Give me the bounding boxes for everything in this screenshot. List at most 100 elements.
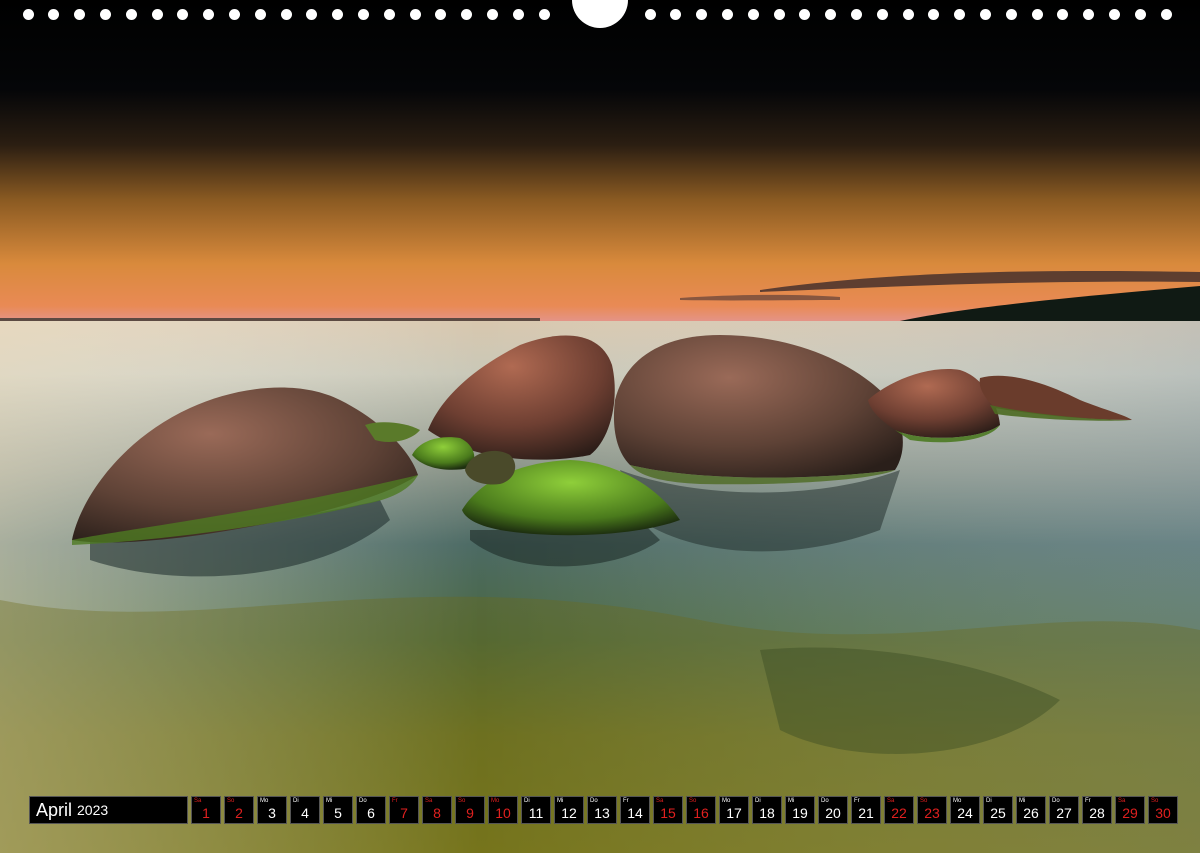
weekday-label: Do	[359, 798, 367, 804]
day-cell: Mo 24	[950, 796, 980, 824]
day-cell: Mi 12	[554, 796, 584, 824]
day-cell: Do 20	[818, 796, 848, 824]
day-cell: Mi 19	[785, 796, 815, 824]
weekday-label: Do	[821, 798, 829, 804]
day-number: 29	[1122, 805, 1138, 821]
day-number: 23	[924, 805, 940, 821]
binding-hole	[409, 9, 421, 20]
day-number: 17	[726, 805, 742, 821]
day-number: 25	[990, 805, 1006, 821]
day-number: 22	[891, 805, 907, 821]
binding-hole	[125, 9, 137, 20]
binding-hole	[825, 9, 837, 20]
binding-hole	[538, 9, 550, 20]
day-cell: Mo 3	[257, 796, 287, 824]
weekday-label: So	[458, 798, 466, 804]
binding-hole	[1134, 9, 1146, 20]
day-number: 13	[594, 805, 610, 821]
weekday-label: Mo	[953, 798, 962, 804]
day-number: 14	[627, 805, 643, 821]
day-cell: Mi 26	[1016, 796, 1046, 824]
binding-hole	[22, 9, 34, 20]
binding-hole	[979, 9, 991, 20]
calendar-strip: April 2023 Sa 1 So 2 Mo 3 Di 4 Mi 5 Do 6 Fr 7 Sa 8 So 9 Mo…	[29, 796, 1178, 824]
binding-hole	[512, 9, 524, 20]
day-cell: Mi 5	[323, 796, 353, 824]
binding-hole	[1031, 9, 1043, 20]
weekday-label: Mi	[557, 798, 564, 804]
day-cell: Sa 1	[191, 796, 221, 824]
day-number: 1	[202, 805, 210, 821]
month-label: April 2023	[29, 796, 188, 824]
weekday-label: Fr	[854, 798, 860, 804]
binding-hole	[228, 9, 240, 20]
day-cell: Fr 21	[851, 796, 881, 824]
binding-hole	[280, 9, 292, 20]
weekday-label: Mi	[1019, 798, 1026, 804]
day-number: 4	[301, 805, 309, 821]
day-cell: Sa 15	[653, 796, 683, 824]
weekday-label: Mo	[260, 798, 269, 804]
day-number: 16	[693, 805, 709, 821]
binding-hole	[799, 9, 811, 20]
weekday-label: Di	[293, 798, 299, 804]
weekday-label: Mi	[326, 798, 333, 804]
calendar-page: April 2023 Sa 1 So 2 Mo 3 Di 4 Mi 5 Do 6 Fr 7 Sa 8 So 9 Mo…	[0, 0, 1200, 853]
day-cell: Di 4	[290, 796, 320, 824]
binding-hole	[177, 9, 189, 20]
binding-hole	[332, 9, 344, 20]
binding-hole	[644, 9, 656, 20]
day-cell: Mo 10	[488, 796, 518, 824]
binding-hole	[203, 9, 215, 20]
day-cell: Fr 7	[389, 796, 419, 824]
day-number: 3	[268, 805, 276, 821]
day-number: 20	[825, 805, 841, 821]
binding-hole	[954, 9, 966, 20]
day-cell: Sa 8	[422, 796, 452, 824]
weekday-label: Di	[986, 798, 992, 804]
weekday-label: So	[689, 798, 697, 804]
binding-hole	[850, 9, 862, 20]
day-cell: Sa 29	[1115, 796, 1145, 824]
weekday-label: Fr	[392, 798, 398, 804]
weekday-label: Fr	[1085, 798, 1091, 804]
day-cell: Fr 14	[620, 796, 650, 824]
binding-hole	[151, 9, 163, 20]
binding-hole	[254, 9, 266, 20]
day-cell: Di 25	[983, 796, 1013, 824]
spiral-binding	[0, 0, 1200, 30]
binding-hole	[1160, 9, 1172, 20]
weekday-label: Mo	[722, 798, 731, 804]
weekday-label: Di	[755, 798, 761, 804]
day-number: 2	[235, 805, 243, 821]
day-number: 18	[759, 805, 775, 821]
day-number: 30	[1155, 805, 1171, 821]
binding-hole	[435, 9, 447, 20]
day-number: 6	[367, 805, 375, 821]
binding-hole	[747, 9, 759, 20]
day-cell: Di 18	[752, 796, 782, 824]
day-cell: So 30	[1148, 796, 1178, 824]
weekday-label: Mi	[788, 798, 795, 804]
weekday-label: Sa	[425, 798, 433, 804]
binding-hole	[773, 9, 785, 20]
day-number: 28	[1089, 805, 1105, 821]
binding-hole	[1108, 9, 1120, 20]
binding-hole	[48, 9, 60, 20]
weekday-label: So	[227, 798, 235, 804]
day-number: 9	[466, 805, 474, 821]
day-number: 11	[528, 805, 544, 821]
binding-hole	[1083, 9, 1095, 20]
binding-hole	[383, 9, 395, 20]
binding-hole	[902, 9, 914, 20]
hanger-cutout	[572, 0, 628, 28]
weekday-label: Do	[590, 798, 598, 804]
weekday-label: Di	[524, 798, 530, 804]
day-number: 19	[792, 805, 808, 821]
binding-hole	[74, 9, 86, 20]
weekday-label: So	[920, 798, 928, 804]
day-number: 12	[561, 805, 577, 821]
day-cell: So 16	[686, 796, 716, 824]
binding-hole	[1057, 9, 1069, 20]
binding-hole	[357, 9, 369, 20]
